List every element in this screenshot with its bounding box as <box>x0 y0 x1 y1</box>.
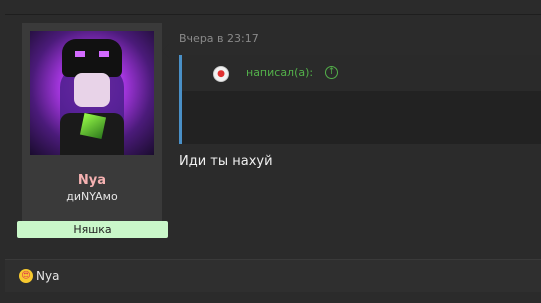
avatar-face <box>74 73 110 107</box>
user-banner: Няшка <box>17 221 168 238</box>
post-timestamp[interactable]: Вчера в 23:17 <box>179 32 259 45</box>
quote-header: ● написал(а): ↑ <box>182 55 541 91</box>
avatar-cube <box>79 112 107 140</box>
quote-block: ● написал(а): ↑ <box>179 55 541 144</box>
avatar-eye <box>75 51 85 57</box>
avatar-eye <box>99 51 109 57</box>
heart-eyes-emoji-icon[interactable]: 😍 <box>19 269 33 283</box>
reactions-bar: 😍 Nya <box>5 259 541 292</box>
user-avatar[interactable] <box>30 31 154 155</box>
username-link[interactable]: Nya <box>22 173 162 188</box>
avatar-hood <box>62 39 122 77</box>
user-name-area: Nya диNYAмо <box>22 173 162 203</box>
user-title: диNYAмо <box>66 190 118 203</box>
user-card: Nya диNYAмо <box>22 23 162 221</box>
message-text: Иди ты нахуй <box>179 154 273 169</box>
arrow-up-circle-icon[interactable]: ↑ <box>325 66 338 79</box>
quote-attribution: написал(а): <box>246 66 314 79</box>
clown-face-icon: ● <box>213 66 229 82</box>
reaction-users[interactable]: Nya <box>36 269 59 283</box>
post-arrow <box>162 44 169 58</box>
